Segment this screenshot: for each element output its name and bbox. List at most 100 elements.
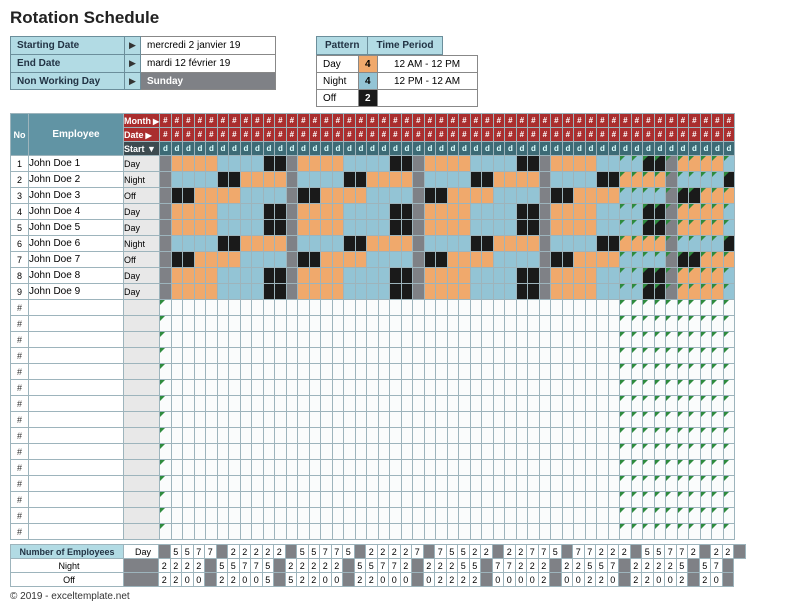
shift-cell-empty[interactable] — [367, 364, 379, 380]
shift-cell-empty[interactable] — [217, 460, 229, 476]
shift-cell-empty[interactable] — [459, 460, 471, 476]
shift-cell[interactable] — [171, 236, 183, 252]
shift-cell-empty[interactable] — [263, 444, 275, 460]
shift-cell[interactable] — [643, 204, 655, 220]
shift-cell-empty[interactable] — [424, 428, 436, 444]
shift-cell[interactable] — [229, 236, 241, 252]
shift-cell-empty[interactable] — [723, 396, 735, 412]
shift-cell[interactable] — [413, 284, 425, 300]
shift-cell-empty[interactable] — [252, 412, 264, 428]
shift-cell[interactable] — [539, 284, 551, 300]
shift-cell[interactable] — [562, 268, 574, 284]
shift-cell-empty[interactable] — [493, 444, 505, 460]
shift-cell[interactable] — [654, 236, 666, 252]
shift-cell-empty[interactable] — [516, 332, 528, 348]
shift-cell-empty[interactable] — [263, 508, 275, 524]
shift-cell-empty[interactable] — [723, 364, 735, 380]
shift-cell-empty[interactable] — [413, 412, 425, 428]
shift-cell[interactable] — [378, 252, 390, 268]
shift-cell-empty[interactable] — [493, 492, 505, 508]
shift-cell[interactable] — [597, 236, 609, 252]
shift-cell[interactable] — [539, 156, 551, 172]
shift-cell-empty[interactable] — [240, 412, 252, 428]
shift-cell-empty[interactable] — [447, 332, 459, 348]
shift-cell[interactable] — [286, 172, 298, 188]
shift-cell[interactable] — [723, 156, 735, 172]
shift-cell[interactable] — [206, 220, 218, 236]
shift-cell-empty[interactable] — [240, 524, 252, 540]
shift-cell-empty[interactable] — [562, 524, 574, 540]
shift-cell-empty[interactable] — [666, 428, 678, 444]
shift-cell-empty[interactable] — [183, 316, 195, 332]
shift-cell-empty[interactable] — [470, 492, 482, 508]
shift-cell-empty[interactable] — [447, 380, 459, 396]
shift-cell-empty[interactable] — [309, 476, 321, 492]
shift-cell[interactable] — [551, 204, 563, 220]
shift-cell[interactable] — [562, 236, 574, 252]
shift-cell[interactable] — [620, 172, 632, 188]
shift-cell[interactable] — [367, 220, 379, 236]
shift-cell[interactable] — [516, 188, 528, 204]
shift-cell-empty[interactable] — [689, 524, 701, 540]
shift-cell[interactable] — [194, 172, 206, 188]
shift-cell-empty[interactable] — [666, 316, 678, 332]
shift-cell-empty[interactable] — [597, 316, 609, 332]
shift-cell-empty[interactable] — [321, 508, 333, 524]
shift-cell[interactable] — [723, 268, 735, 284]
shift-cell-empty[interactable] — [620, 396, 632, 412]
shift-cell-empty[interactable] — [252, 428, 264, 444]
shift-cell[interactable] — [620, 220, 632, 236]
shift-cell-empty[interactable] — [160, 428, 172, 444]
shift-cell[interactable] — [700, 252, 712, 268]
shift-cell-empty[interactable] — [689, 380, 701, 396]
shift-cell-empty[interactable] — [700, 364, 712, 380]
shift-cell-empty[interactable] — [470, 412, 482, 428]
shift-cell-empty[interactable] — [620, 332, 632, 348]
shift-cell-empty[interactable] — [574, 316, 586, 332]
shift-cell-empty[interactable] — [620, 348, 632, 364]
shift-cell-empty[interactable] — [436, 316, 448, 332]
shift-cell[interactable] — [390, 188, 402, 204]
shift-cell-empty[interactable] — [447, 444, 459, 460]
shift-cell-empty[interactable] — [275, 524, 287, 540]
shift-cell[interactable] — [229, 268, 241, 284]
shift-cell-empty[interactable] — [263, 428, 275, 444]
shift-cell[interactable] — [654, 188, 666, 204]
shift-cell-empty[interactable] — [482, 380, 494, 396]
shift-cell-empty[interactable] — [459, 508, 471, 524]
shift-cell[interactable] — [424, 156, 436, 172]
shift-cell-empty[interactable] — [643, 396, 655, 412]
shift-cell-empty[interactable] — [459, 428, 471, 444]
shift-cell-empty[interactable] — [482, 492, 494, 508]
shift-cell[interactable] — [470, 284, 482, 300]
employee-name-empty[interactable] — [29, 428, 124, 444]
shift-cell-empty[interactable] — [436, 476, 448, 492]
shift-cell-empty[interactable] — [367, 476, 379, 492]
shift-cell-empty[interactable] — [183, 364, 195, 380]
shift-cell-empty[interactable] — [309, 332, 321, 348]
shift-cell-empty[interactable] — [309, 380, 321, 396]
shift-cell[interactable] — [424, 268, 436, 284]
shift-cell[interactable] — [206, 236, 218, 252]
shift-cell-empty[interactable] — [574, 428, 586, 444]
shift-cell[interactable] — [321, 204, 333, 220]
shift-cell-empty[interactable] — [447, 476, 459, 492]
shift-cell-empty[interactable] — [470, 364, 482, 380]
shift-cell-empty[interactable] — [493, 316, 505, 332]
shift-cell-empty[interactable] — [229, 364, 241, 380]
shift-cell-empty[interactable] — [562, 428, 574, 444]
shift-cell-empty[interactable] — [631, 492, 643, 508]
shift-cell-empty[interactable] — [401, 364, 413, 380]
shift-cell[interactable] — [367, 268, 379, 284]
shift-cell-empty[interactable] — [344, 412, 356, 428]
shift-cell-empty[interactable] — [298, 412, 310, 428]
shift-cell-empty[interactable] — [298, 428, 310, 444]
employee-name-empty[interactable] — [29, 316, 124, 332]
shift-cell-empty[interactable] — [229, 396, 241, 412]
shift-cell-empty[interactable] — [183, 428, 195, 444]
shift-cell-empty[interactable] — [493, 380, 505, 396]
shift-cell-empty[interactable] — [332, 444, 344, 460]
shift-cell-empty[interactable] — [194, 300, 206, 316]
shift-cell-empty[interactable] — [286, 380, 298, 396]
shift-cell[interactable] — [240, 156, 252, 172]
